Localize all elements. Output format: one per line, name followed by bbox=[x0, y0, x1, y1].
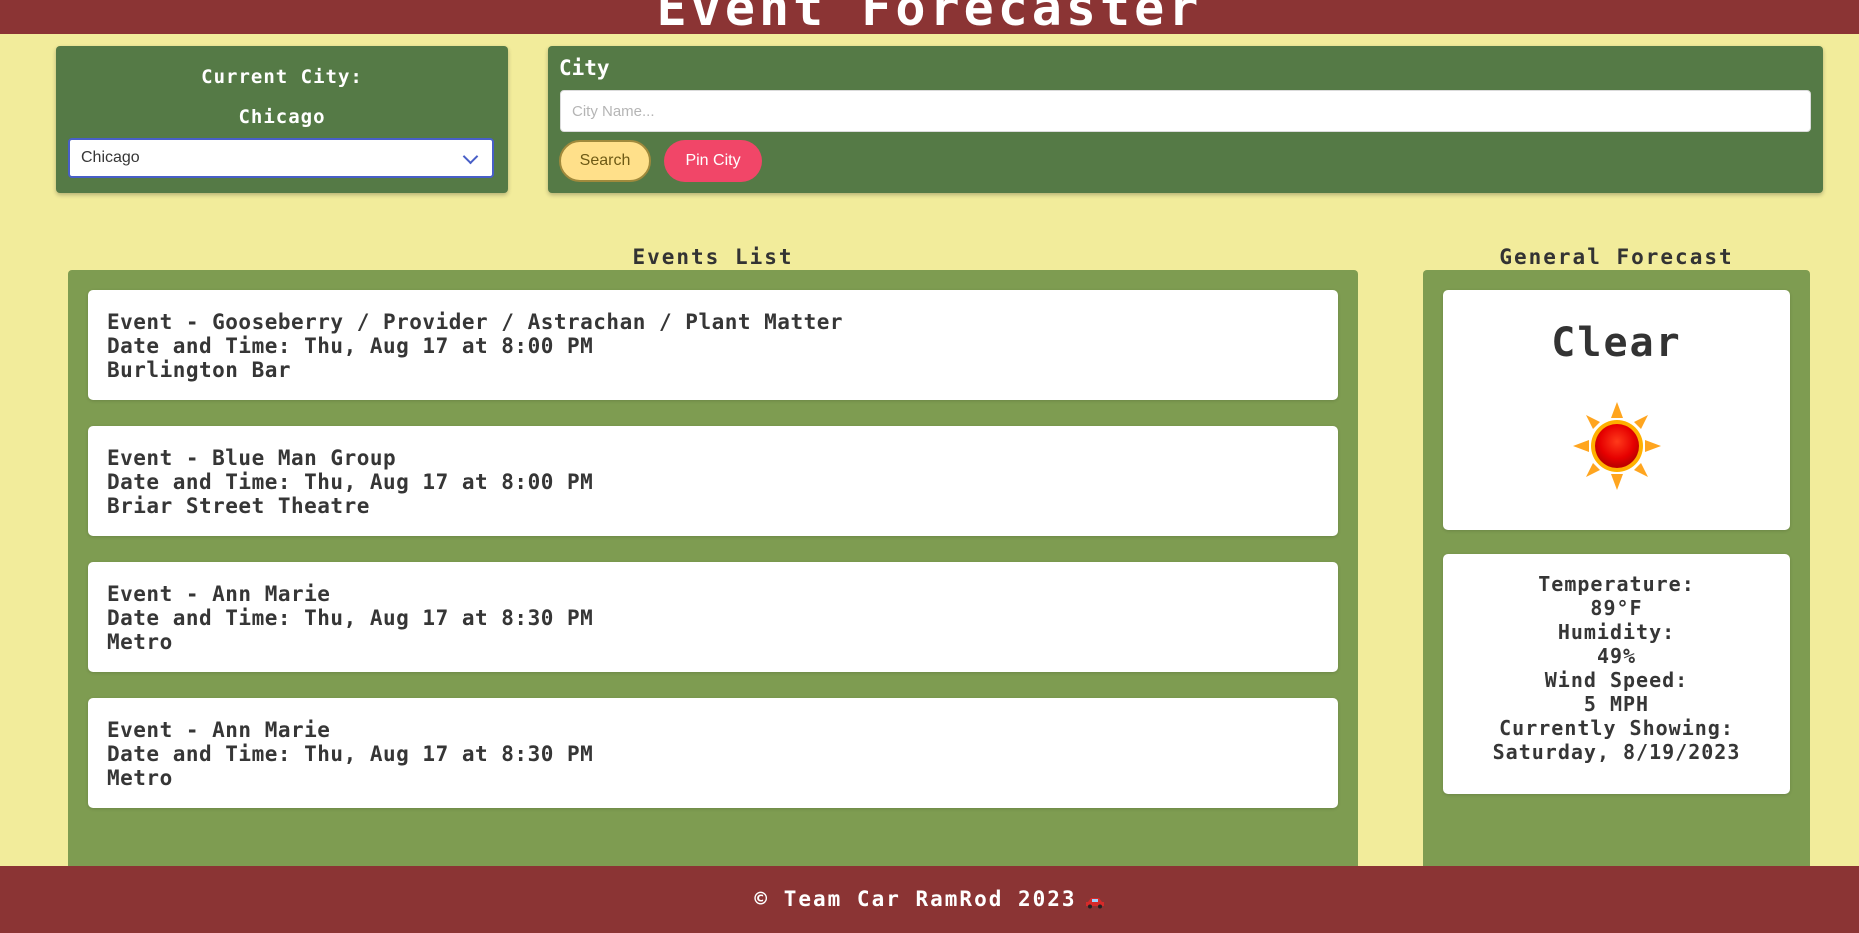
humidity-label: Humidity: bbox=[1557, 620, 1676, 644]
event-card[interactable]: Event - Ann Marie Date and Time: Thu, Au… bbox=[88, 698, 1338, 808]
event-datetime: Date and Time: Thu, Aug 17 at 8:30 PM bbox=[107, 742, 594, 766]
city-search-panel: City Search Pin City bbox=[548, 46, 1823, 193]
event-venue: Burlington Bar bbox=[107, 358, 292, 382]
wind-speed-value: 5 MPH bbox=[1583, 692, 1650, 716]
event-venue: Metro bbox=[107, 630, 173, 654]
weather-condition: Clear bbox=[1551, 320, 1682, 366]
event-datetime: Date and Time: Thu, Aug 17 at 8:00 PM bbox=[107, 470, 594, 494]
currently-showing-value: Saturday, 8/19/2023 bbox=[1492, 740, 1741, 764]
city-label: City bbox=[559, 56, 610, 80]
event-title: Event - Gooseberry / Provider / Astracha… bbox=[107, 310, 844, 334]
city-search-input[interactable] bbox=[560, 90, 1811, 132]
events-heading: Events List bbox=[632, 245, 794, 269]
event-datetime: Date and Time: Thu, Aug 17 at 8:30 PM bbox=[107, 606, 594, 630]
footer-text: © Team Car RamRod 2023 bbox=[754, 887, 1077, 911]
event-title: Event - Ann Marie bbox=[107, 718, 331, 742]
event-card[interactable]: Event - Blue Man Group Date and Time: Th… bbox=[88, 426, 1338, 536]
events-list: Event - Gooseberry / Provider / Astracha… bbox=[68, 270, 1358, 866]
current-city-panel: Current City: Chicago Chicago bbox=[56, 46, 508, 193]
currently-showing-label: Currently Showing: bbox=[1499, 716, 1734, 740]
chevron-down-icon bbox=[462, 148, 479, 165]
forecast-heading: General Forecast bbox=[1499, 245, 1734, 269]
search-button[interactable]: Search bbox=[559, 140, 651, 182]
city-select[interactable]: Chicago bbox=[68, 138, 494, 178]
city-select-value: Chicago bbox=[81, 149, 140, 166]
event-title: Event - Blue Man Group bbox=[107, 446, 397, 470]
humidity-value: 49% bbox=[1596, 644, 1637, 668]
site-footer: © Team Car RamRod 2023 bbox=[0, 866, 1859, 933]
event-card[interactable]: Event - Ann Marie Date and Time: Thu, Au… bbox=[88, 562, 1338, 672]
general-forecast: Clear Temperature: 89°F Humidity: 49% Wi… bbox=[1423, 270, 1810, 866]
site-title: Event Forecaster bbox=[656, 0, 1203, 34]
temperature-value: 89°F bbox=[1590, 596, 1643, 620]
pin-city-button[interactable]: Pin City bbox=[664, 140, 762, 182]
event-venue: Metro bbox=[107, 766, 173, 790]
wind-speed-label: Wind Speed: bbox=[1544, 668, 1689, 692]
temperature-label: Temperature: bbox=[1538, 572, 1695, 596]
event-venue: Briar Street Theatre bbox=[107, 494, 370, 518]
car-icon bbox=[1085, 897, 1104, 908]
current-city-label: Current City: bbox=[201, 66, 363, 88]
current-city-name: Chicago bbox=[238, 106, 326, 128]
event-datetime: Date and Time: Thu, Aug 17 at 8:00 PM bbox=[107, 334, 594, 358]
weather-card: Clear bbox=[1443, 290, 1790, 530]
site-header: Event Forecaster bbox=[0, 0, 1859, 34]
event-card[interactable]: Event - Gooseberry / Provider / Astracha… bbox=[88, 290, 1338, 400]
weather-stats-card: Temperature: 89°F Humidity: 49% Wind Spe… bbox=[1443, 554, 1790, 794]
event-title: Event - Ann Marie bbox=[107, 582, 331, 606]
sun-icon bbox=[1573, 402, 1661, 490]
